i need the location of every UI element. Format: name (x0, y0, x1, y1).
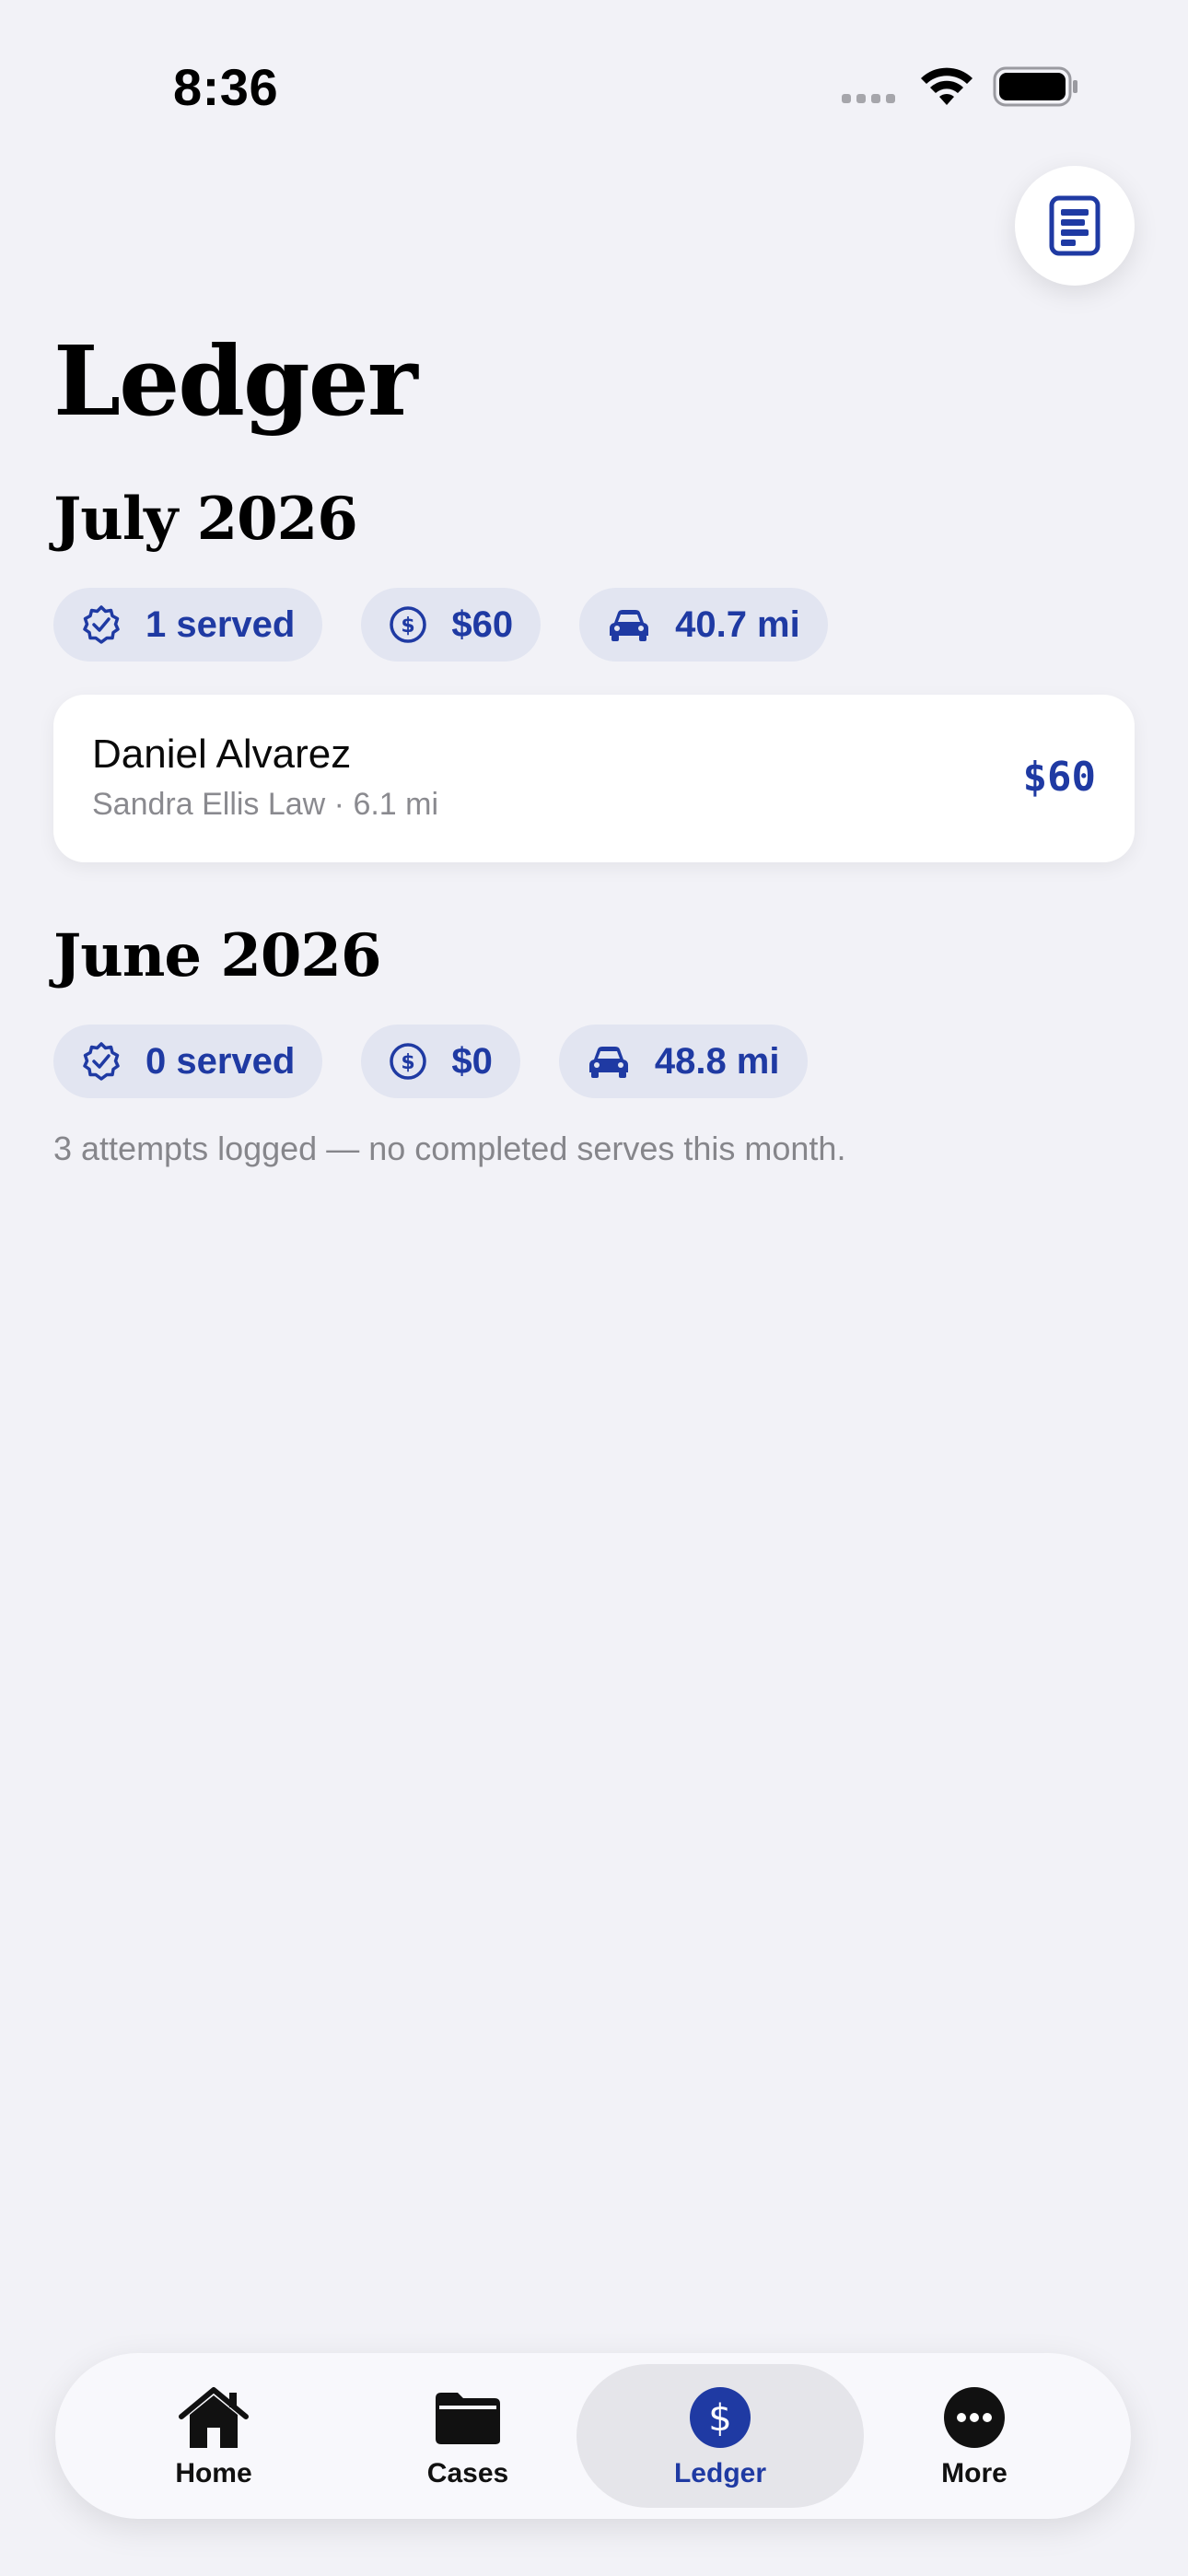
svg-text:$: $ (708, 2397, 731, 2440)
entry-name: Daniel Alvarez (92, 732, 352, 777)
battery-icon (993, 66, 1077, 107)
served-count: 0 served (146, 1040, 296, 1082)
dollar-circle-icon: $ (390, 606, 427, 643)
tab-home[interactable]: Home (70, 2364, 357, 2508)
verified-badge-icon (83, 1042, 120, 1081)
report-button[interactable] (1015, 166, 1135, 286)
tab-cases[interactable]: Cases (324, 2364, 611, 2508)
status-bar: 8:36 (0, 0, 1188, 166)
house-icon (179, 2387, 249, 2448)
ledger-entry-card[interactable]: Daniel Alvarez Sandra Ellis Law · 6.1 mi… (53, 695, 1135, 862)
served-chip: 0 served (53, 1025, 323, 1098)
mileage-chip: 40.7 mi (579, 588, 828, 662)
svg-text:$: $ (402, 615, 415, 638)
tab-ledger[interactable]: $ Ledger (577, 2364, 864, 2508)
mileage-amount: 40.7 mi (675, 603, 800, 645)
mileage-amount: 48.8 mi (654, 1040, 780, 1082)
entry-subtitle: Sandra Ellis Law · 6.1 mi (92, 787, 439, 822)
cellular-signal-icon (842, 94, 895, 103)
tab-label: Cases (426, 2458, 509, 2488)
summary-chips-june: 0 served $ $0 48.8 mi (53, 1025, 808, 1098)
earnings-amount: $60 (451, 603, 514, 645)
earnings-amount: $0 (451, 1040, 493, 1082)
report-document-icon (1049, 195, 1101, 256)
svg-text:$: $ (402, 1051, 415, 1074)
tab-label: Home (175, 2458, 252, 2488)
status-time: 8:36 (173, 58, 279, 116)
folder-icon (436, 2393, 500, 2444)
dollar-circle-icon: $ (690, 2387, 751, 2448)
summary-chips-july: 1 served $ $60 40.7 mi (53, 588, 828, 662)
car-icon (610, 610, 649, 641)
car-icon (588, 1047, 628, 1078)
month-note: 3 attempts logged — no completed serves … (53, 1130, 846, 1167)
entry-amount: $60 (1022, 754, 1096, 801)
ellipsis-circle-icon (944, 2387, 1005, 2448)
earnings-chip: $ $60 (361, 588, 542, 662)
mileage-chip: 48.8 mi (558, 1025, 808, 1098)
page-title: Ledger (53, 324, 418, 438)
tab-bar: Home Cases $ Ledger More (55, 2353, 1131, 2519)
earnings-chip: $ $0 (361, 1025, 520, 1098)
verified-badge-icon (83, 605, 120, 644)
tab-label: More (941, 2458, 1007, 2488)
tab-more[interactable]: More (831, 2364, 1118, 2508)
wifi-icon (921, 67, 973, 105)
dollar-circle-icon: $ (390, 1043, 427, 1080)
served-chip: 1 served (53, 588, 323, 662)
tab-label: Ledger (673, 2458, 767, 2488)
month-heading-june: June 2026 (53, 921, 381, 990)
served-count: 1 served (146, 603, 296, 645)
month-heading-july: July 2026 (53, 485, 358, 554)
